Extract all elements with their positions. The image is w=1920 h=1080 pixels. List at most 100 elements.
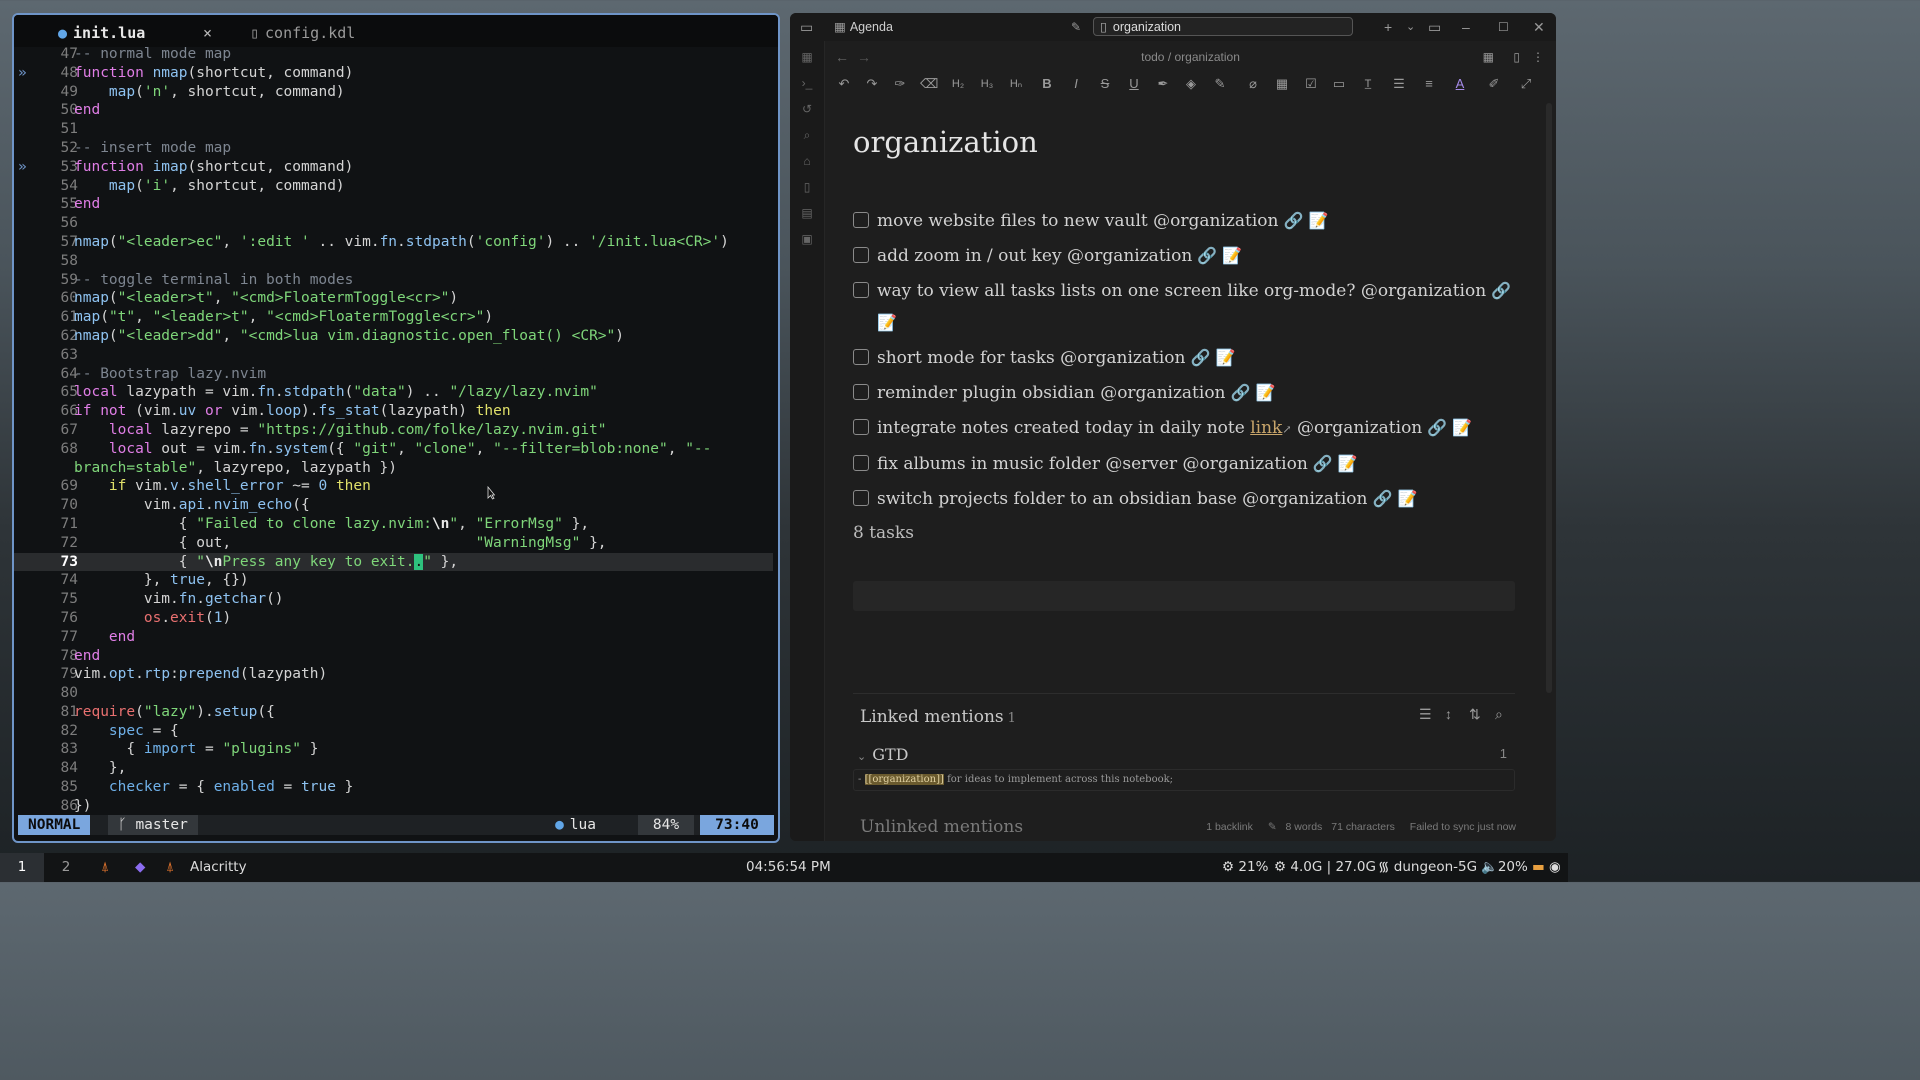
memo-icon[interactable]: 📝 <box>1309 211 1329 230</box>
memo-icon[interactable]: 📝 <box>1338 454 1358 473</box>
code-line[interactable]: 79 vim.opt.rtp:prepend(lazypath) <box>14 665 778 684</box>
heading-3-icon[interactable]: H₃ <box>978 76 996 92</box>
mention-group-gtd[interactable]: ⌄ GTD <box>857 745 909 764</box>
search-icon[interactable]: ⌕ <box>1495 706 1503 723</box>
code-line[interactable]: 76 os.exit(1) <box>14 609 778 628</box>
task-checkbox[interactable] <box>853 455 869 471</box>
task-item[interactable]: integrate notes created today in daily n… <box>853 412 1515 445</box>
code-line[interactable]: 86}) <box>14 797 778 816</box>
align-icon[interactable]: ≡ <box>1420 76 1438 92</box>
code-line[interactable]: 83 { import = "plugins" } <box>14 740 778 759</box>
code-line[interactable]: 84 }, <box>14 759 778 778</box>
list-view-icon[interactable]: ☰ <box>1419 706 1432 723</box>
notification-icon[interactable]: ▬ <box>1532 853 1545 882</box>
search-icon[interactable]: ⌕ <box>799 127 815 143</box>
link-icon[interactable]: 🔗 <box>1278 211 1308 230</box>
edit-icon[interactable]: ✎ <box>1211 76 1229 92</box>
link-icon[interactable]: 🔗 <box>1192 246 1222 265</box>
workspace-1[interactable]: 1 <box>0 853 44 882</box>
code-line[interactable]: 51 <box>14 120 778 139</box>
book-icon[interactable]: ▯ <box>1513 49 1520 65</box>
calendar-small-icon[interactable]: ▣ <box>799 231 815 247</box>
redo-icon[interactable]: ↷ <box>863 76 881 92</box>
heading-n-icon[interactable]: Hₙ <box>1007 76 1025 92</box>
task-item[interactable]: way to view all tasks lists on one scree… <box>853 275 1515 339</box>
code-line[interactable]: 81 require("lazy").setup({ <box>14 703 778 722</box>
chevron-down-icon[interactable]: ⌄ <box>1406 19 1415 35</box>
scrollbar[interactable] <box>1546 103 1552 693</box>
code-line[interactable]: 56 <box>14 214 778 233</box>
code-line[interactable]: 59 -- toggle terminal in both modes <box>14 271 778 290</box>
note-content[interactable]: organization move website files to new v… <box>853 113 1515 837</box>
fold-marker-icon[interactable]: » <box>18 64 32 83</box>
code-line[interactable]: 50 end <box>14 101 778 120</box>
code-line[interactable]: 85 checker = { enabled = true } <box>14 778 778 797</box>
task-checkbox[interactable] <box>853 282 869 298</box>
empty-block[interactable] <box>853 581 1515 611</box>
workspace-2[interactable]: 2 <box>44 853 88 882</box>
cube-icon[interactable]: ◈ <box>1182 76 1200 92</box>
tab-agenda[interactable]: ▦ Agenda <box>834 19 893 34</box>
code-line[interactable]: 71 { "Failed to clone lazy.nvim:\n", "Er… <box>14 515 778 534</box>
code-line[interactable]: 55 end <box>14 195 778 214</box>
linked-mentions-header[interactable]: Linked mentions 1 <box>860 707 1016 727</box>
code-line[interactable]: 57 nmap("<leader>ec", ':edit ' .. vim.fn.… <box>14 233 778 252</box>
home-icon[interactable]: ⌂ <box>799 153 815 169</box>
code-line[interactable]: » 48 function nmap(shortcut, command) <box>14 64 778 83</box>
current-line[interactable]: 73 { "\nPress any key to exit.." }, <box>14 552 773 572</box>
task-checkbox[interactable] <box>853 490 869 506</box>
code-line[interactable]: 66 if not (vim.uv or vim.loop).fs_stat(la… <box>14 402 778 421</box>
link-icon[interactable]: 🔗 <box>1185 348 1215 367</box>
sort-icon[interactable]: ↕ <box>1445 706 1452 722</box>
task-item[interactable]: reminder plugin obsidian @organization 🔗… <box>853 377 1515 409</box>
code-line[interactable]: 77 end <box>14 628 778 647</box>
code-buffer[interactable]: 47 -- normal mode map» 48 function nmap(sho… <box>14 45 778 816</box>
new-tab-icon[interactable]: + <box>1384 19 1392 35</box>
code-line[interactable]: 67 local lazyrepo = "https://github.com/… <box>14 421 778 440</box>
memo-icon[interactable]: 📝 <box>1452 418 1472 437</box>
format-painter-icon[interactable]: ✑ <box>891 76 909 92</box>
sidebar-toggle-icon[interactable]: ▭ <box>800 19 813 35</box>
callout-icon[interactable]: ▭ <box>1330 76 1348 92</box>
link-icon[interactable]: 🔗 <box>1422 418 1452 437</box>
italic-icon[interactable]: I <box>1067 76 1085 92</box>
clock[interactable]: 04:56:54 PM <box>746 853 831 882</box>
tab-init-lua[interactable]: ● init.lua × <box>58 15 212 47</box>
table-icon[interactable]: ▦ <box>1273 76 1291 92</box>
task-checkbox[interactable] <box>853 212 869 228</box>
code-line[interactable]: 60 nmap("<leader>t", "<cmd>FloatermToggle… <box>14 289 778 308</box>
sync-status[interactable]: Failed to sync just now <box>1410 821 1516 833</box>
terminal-window[interactable]: ● init.lua × ▯ config.kdl 47 -- normal mode… <box>12 13 780 843</box>
code-line[interactable]: 80 <box>14 684 778 703</box>
memo-icon[interactable]: 📝 <box>1216 348 1236 367</box>
backlinks-count[interactable]: 1 backlink <box>1206 821 1253 833</box>
history-icon[interactable]: ↺ <box>799 101 815 117</box>
close-window-icon[interactable]: ✕ <box>1533 19 1545 35</box>
calendar-icon[interactable]: ▦ <box>799 49 815 65</box>
mention-context[interactable]: - [[organization]] for ideas to implemen… <box>853 769 1515 791</box>
note-title[interactable]: organization <box>853 125 1515 159</box>
code-line[interactable]: 64 -- Bootstrap lazy.nvim <box>14 365 778 384</box>
memo-icon[interactable]: 📝 <box>1256 383 1276 402</box>
collapse-icon[interactable]: ⇅ <box>1469 706 1481 723</box>
minimize-icon[interactable]: – <box>1462 19 1470 35</box>
memo-icon[interactable]: 📝 <box>1398 489 1418 508</box>
code-line[interactable]: 78 end <box>14 647 778 666</box>
memory-widget[interactable]: ⚙ 4.0G | 27.0G <box>1274 853 1376 882</box>
task-checkbox[interactable] <box>853 419 869 435</box>
code-line[interactable]: 52 -- insert mode map <box>14 139 778 158</box>
search-input[interactable]: ▯ organization <box>1093 17 1353 36</box>
heading-2-icon[interactable]: H₂ <box>949 76 967 92</box>
task-checkbox[interactable] <box>853 384 869 400</box>
active-window-title[interactable]: Alacritty <box>190 853 247 882</box>
code-line[interactable]: 72 { out, "WarningMsg" }, <box>14 534 778 553</box>
fold-marker-icon[interactable]: » <box>18 158 32 177</box>
attachment-icon[interactable]: ⌀ <box>1244 76 1262 92</box>
code-line[interactable]: 69 if vim.v.shell_error ~= 0 then <box>14 477 778 496</box>
reading-view-icon[interactable]: ▦ <box>1483 49 1494 65</box>
strikethrough-icon[interactable]: S <box>1096 76 1114 92</box>
code-line[interactable]: » 53 function imap(shortcut, command) <box>14 158 778 177</box>
code-line[interactable]: 75 vim.fn.getchar() <box>14 590 778 609</box>
unlinked-mentions-header[interactable]: Unlinked mentions <box>860 817 1023 837</box>
code-line[interactable]: 58 <box>14 252 778 271</box>
